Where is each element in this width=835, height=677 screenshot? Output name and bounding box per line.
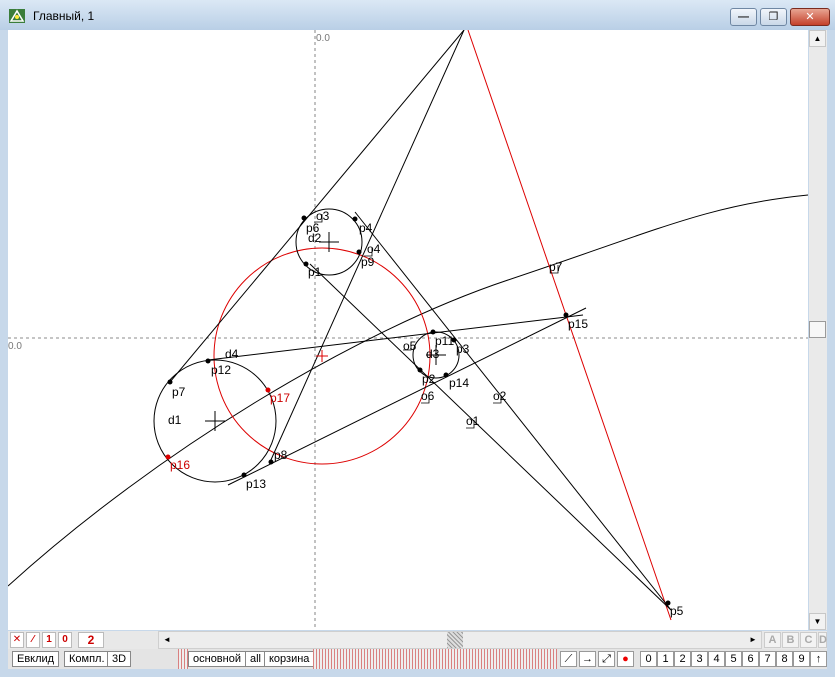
y-axis-label: 0.0	[316, 33, 330, 44]
horizontal-scroll-thumb[interactable]	[447, 632, 463, 648]
tab-trash[interactable]: корзина	[264, 651, 315, 667]
tab-all[interactable]: all	[245, 651, 267, 667]
label: p4	[359, 221, 373, 235]
window-title: Главный, 1	[33, 9, 95, 23]
digit-4-button[interactable]: 4	[708, 651, 725, 667]
label: o3	[316, 209, 330, 223]
app-icon	[9, 9, 25, 23]
digit-9-button[interactable]: 9	[793, 651, 810, 667]
label: p13	[246, 477, 266, 491]
title-bar[interactable]: Главный, 1 — ❐ ✕	[0, 0, 835, 30]
tab-complex[interactable]: Компл.	[64, 651, 110, 667]
label: o1	[466, 414, 480, 428]
line-mode-button[interactable]: ⁄	[26, 632, 40, 648]
maximize-button[interactable]: ❐	[760, 8, 787, 26]
label: p7	[549, 260, 563, 274]
tab-euclid[interactable]: Евклид	[12, 651, 60, 667]
mode-2-button[interactable]: 2	[78, 632, 104, 648]
label: d4	[225, 347, 239, 361]
label: p16	[170, 458, 190, 472]
up-arrow-button[interactable]: ↑	[810, 651, 827, 667]
scroll-right-button[interactable]: ►	[745, 632, 761, 648]
layer-b-button[interactable]: B	[782, 632, 799, 648]
label: d2	[308, 231, 322, 245]
line-3	[354, 211, 672, 611]
label: p7	[172, 385, 186, 399]
label: p1	[308, 265, 322, 279]
label: o2	[493, 389, 507, 403]
delete-button[interactable]: ✕	[10, 632, 24, 648]
tab-3d[interactable]: 3D	[107, 651, 132, 667]
curve	[8, 194, 808, 587]
scroll-down-button[interactable]: ▼	[809, 613, 826, 630]
horizontal-scrollbar[interactable]: ◄ ►	[158, 631, 762, 649]
label: d1	[168, 413, 182, 427]
digit-6-button[interactable]: 6	[742, 651, 759, 667]
label: o6	[421, 389, 435, 403]
record-button[interactable]: ●	[617, 651, 634, 667]
label: p14	[449, 376, 469, 390]
digit-7-button[interactable]: 7	[759, 651, 776, 667]
red-center-cross	[316, 350, 328, 362]
label: p5	[670, 604, 684, 618]
digit-5-button[interactable]: 5	[725, 651, 742, 667]
tab-bar: Евклид Компл. 3D основной all корзина ⟋ …	[8, 649, 827, 669]
label: p9	[361, 255, 375, 269]
diagonal-tool-button[interactable]: ⤢	[598, 651, 615, 667]
label: p12	[211, 363, 231, 377]
label: p2	[422, 372, 436, 386]
label: p8	[274, 448, 288, 462]
label: o5	[403, 339, 417, 353]
drawing-canvas[interactable]: 0.0 0.0 p6 o3 d2 p4 o4 p9 p1 p7 p15 d4 p…	[8, 30, 808, 630]
line-4	[309, 263, 672, 611]
x-axis-label: 0.0	[8, 341, 22, 352]
scroll-up-button[interactable]: ▲	[809, 30, 826, 47]
line-tool-button[interactable]: ⟋	[560, 651, 577, 667]
mode-1-button[interactable]: 1	[42, 632, 56, 648]
flag-markers	[314, 214, 559, 429]
line-1	[169, 30, 465, 383]
arrow-tool-button[interactable]: →	[579, 651, 596, 667]
bottom-toolbar-row: ✕ ⁄ 1 0 2 ◄ ► A B C D	[8, 631, 827, 649]
label: p15	[568, 317, 588, 331]
label: p3	[456, 342, 470, 356]
minimize-icon: —	[738, 11, 749, 23]
close-button[interactable]: ✕	[790, 8, 830, 26]
label: o4	[367, 242, 381, 256]
digit-2-button[interactable]: 2	[674, 651, 691, 667]
scroll-left-button[interactable]: ◄	[159, 632, 175, 648]
app-window: Главный, 1 — ❐ ✕ 0.0 0.0 p6 o3 d2 p4 o4 …	[0, 0, 835, 677]
digit-3-button[interactable]: 3	[691, 651, 708, 667]
vertical-scrollbar[interactable]: ▲ ▼	[809, 30, 827, 630]
center-crosses	[205, 232, 446, 431]
mode-0-button[interactable]: 0	[58, 632, 72, 648]
layer-a-button[interactable]: A	[764, 632, 781, 648]
label: p11	[435, 334, 454, 348]
minimize-button[interactable]: —	[730, 8, 757, 26]
tab-main[interactable]: основной	[188, 651, 246, 667]
digit-0-button[interactable]: 0	[640, 651, 657, 667]
maximize-icon: ❐	[768, 11, 779, 23]
vertical-scroll-thumb[interactable]	[809, 321, 826, 338]
tab-filler	[313, 649, 557, 669]
digit-8-button[interactable]: 8	[776, 651, 793, 667]
label: d3	[426, 347, 440, 361]
label: p17	[270, 391, 290, 405]
digit-1-button[interactable]: 1	[657, 651, 674, 667]
tab-separator	[178, 649, 188, 669]
layer-c-button[interactable]: C	[800, 632, 817, 648]
layer-d-button[interactable]: D	[818, 632, 827, 648]
close-icon: ✕	[805, 11, 815, 23]
